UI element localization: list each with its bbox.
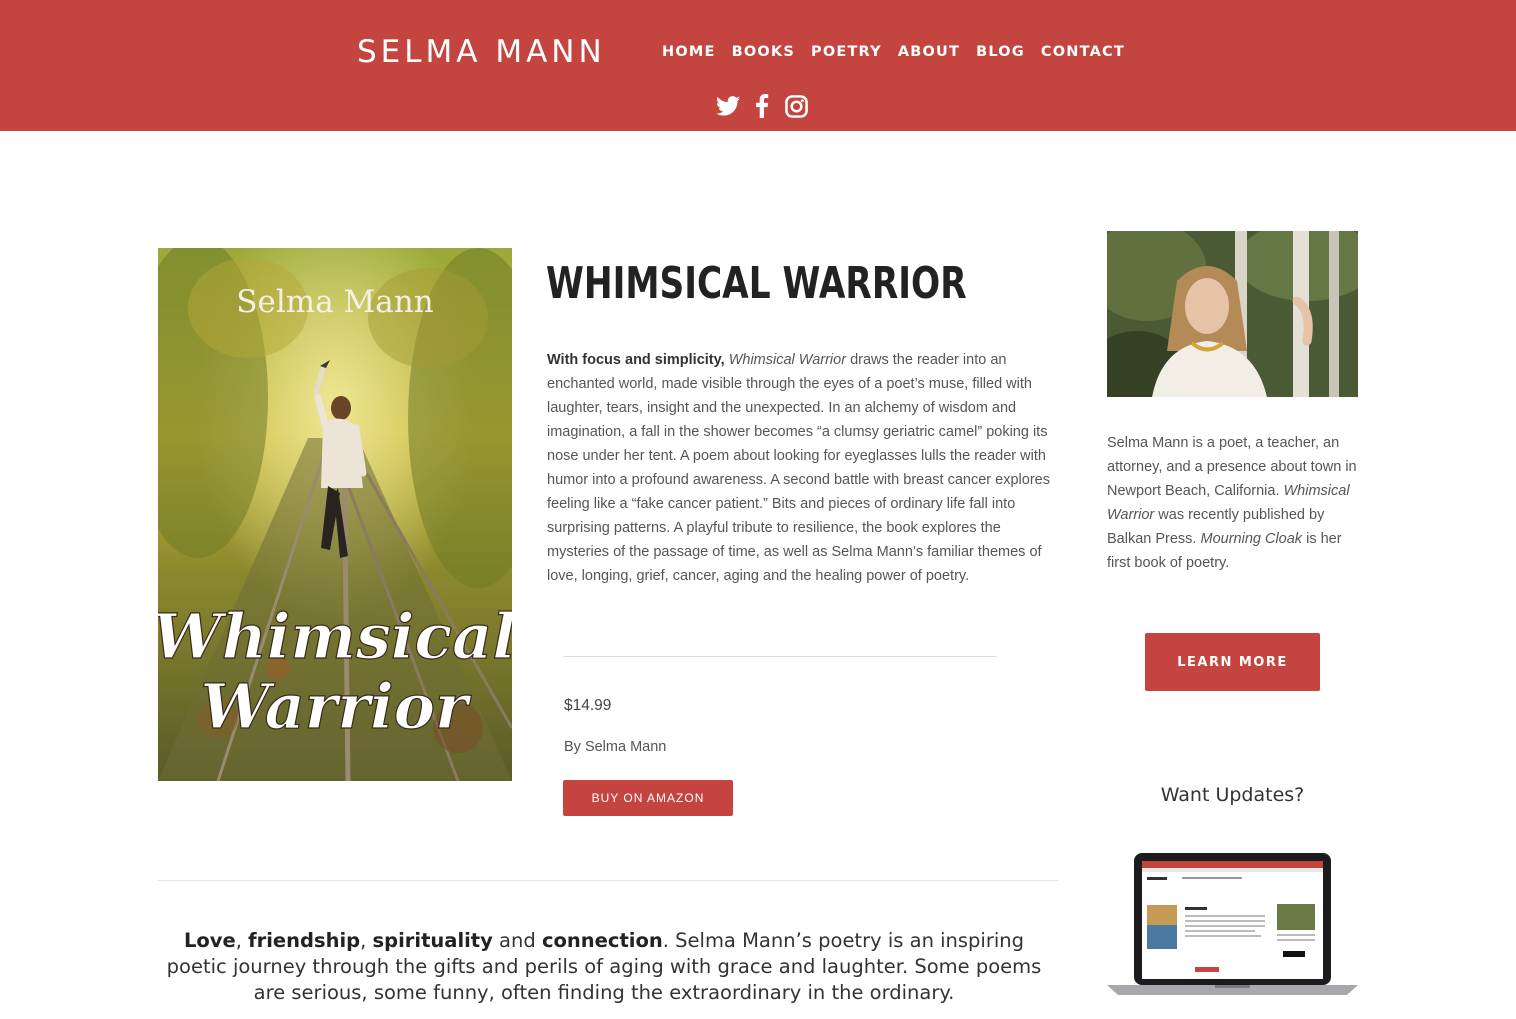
instagram-icon[interactable] — [784, 94, 808, 118]
tagline-connection: connection — [541, 929, 663, 952]
author-photo — [1107, 231, 1358, 397]
desc-title-italic: Whimsical Warrior — [728, 352, 847, 368]
book-description: With focus and simplicity, Whimsical War… — [547, 348, 1059, 588]
book-price: $14.99 — [564, 697, 612, 714]
nav-contact[interactable]: CONTACT — [1041, 44, 1125, 60]
twitter-icon[interactable] — [716, 94, 740, 118]
facebook-icon[interactable] — [750, 94, 774, 118]
tagline-sep: , — [235, 929, 249, 952]
tagline-sep: and — [492, 929, 542, 952]
buy-on-amazon-button[interactable]: BUY ON AMAZON — [563, 780, 733, 816]
cover-title-line2: Warrior — [200, 670, 472, 743]
tagline-love: Love — [183, 929, 236, 952]
updates-heading: Want Updates? — [1160, 784, 1305, 806]
site-header: SELMA MANN HOME BOOKS POETRY ABOUT BLOG … — [0, 0, 1516, 131]
cover-title-line1: Whimsical — [158, 600, 512, 673]
desc-body: draws the reader into an enchanted world… — [547, 352, 1050, 584]
divider — [563, 656, 997, 657]
nav-about[interactable]: ABOUT — [898, 44, 960, 60]
book-byline: By Selma Mann — [564, 739, 667, 755]
poetry-tagline: Love, friendship, spirituality and conne… — [158, 928, 1050, 1006]
learn-more-button[interactable]: LEARN MORE — [1145, 633, 1320, 691]
tagline-spirituality: spirituality — [372, 929, 493, 952]
nav-home[interactable]: HOME — [662, 44, 716, 60]
desc-lead: With focus and simplicity, — [547, 352, 725, 368]
tagline-friendship: friendship — [248, 929, 361, 952]
book-cover[interactable]: Selma Mann Whimsical Warrior — [158, 248, 512, 781]
tagline-sep: , — [360, 929, 373, 952]
main-nav: HOME BOOKS POETRY ABOUT BLOG CONTACT — [662, 44, 1141, 60]
book-title: WHIMSICAL WARRIOR — [546, 258, 967, 309]
nav-blog[interactable]: BLOG — [976, 44, 1025, 60]
nav-poetry[interactable]: POETRY — [811, 44, 882, 60]
newsletter-laptop-image[interactable] — [1107, 849, 1358, 999]
site-logo[interactable]: SELMA MANN — [357, 34, 606, 70]
author-bio: Selma Mann is a poet, a teacher, an atto… — [1107, 431, 1362, 575]
section-divider — [158, 880, 1058, 881]
cover-author: Selma Mann — [236, 284, 433, 320]
social-links — [716, 94, 808, 118]
bio-book-title: Mourning Cloak — [1200, 531, 1303, 547]
nav-books[interactable]: BOOKS — [732, 44, 795, 60]
